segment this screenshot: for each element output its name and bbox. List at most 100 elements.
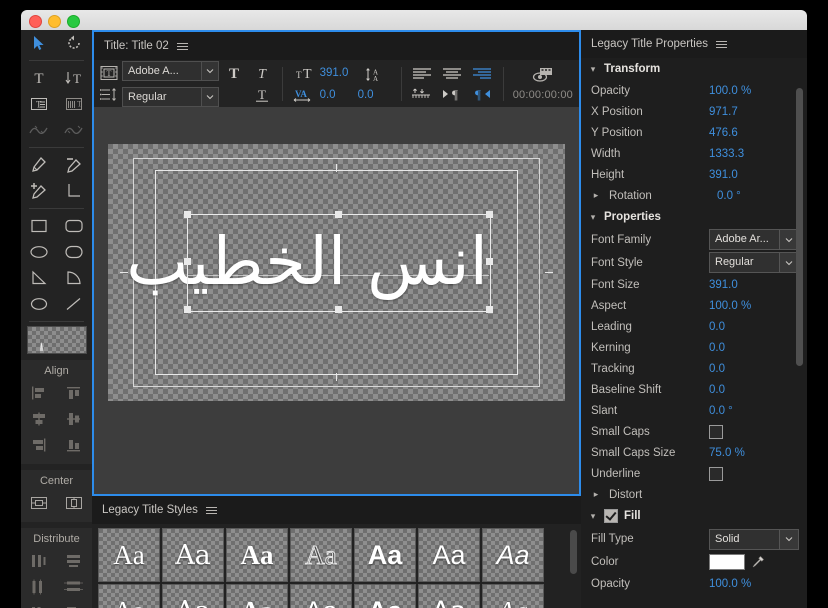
align-center-icon[interactable] [440,67,464,81]
property-row-distort[interactable]: ▸ Distort [581,484,807,505]
property-row-width[interactable]: Width 1333.3 [581,143,807,164]
property-row-slant[interactable]: Slant 0.0 ° [581,400,807,421]
fill-color-swatch[interactable] [709,554,745,570]
video-frame[interactable]: انس الخطيب [108,144,565,401]
align-right-icon[interactable] [470,67,494,81]
vertical-area-type-tool-icon[interactable]: T [57,91,93,117]
property-row-small-caps[interactable]: Small Caps [581,421,807,442]
tab-icon[interactable] [410,87,434,101]
arc-tool-icon[interactable] [57,265,93,291]
property-value[interactable]: 100.0 % [709,578,751,590]
transparent-color-swatch[interactable] [26,326,87,354]
ellipse-tool-icon[interactable] [21,291,57,317]
style-swatch[interactable]: Aa [290,528,352,582]
property-row-fill-opacity[interactable]: Opacity 100.0 % [581,573,807,594]
vertical-type-tool-icon[interactable]: T [57,65,93,91]
handle-bottom-center[interactable] [335,306,342,313]
distribute-bottom-icon[interactable] [57,600,93,608]
text-selection-box[interactable] [187,214,491,312]
handle-middle-left[interactable] [184,258,191,265]
handle-top-left[interactable] [184,211,191,218]
style-swatch[interactable]: Aa [226,528,288,582]
rounded-rectangle-tool-icon[interactable] [57,239,93,265]
property-value[interactable]: 100.0 % [709,85,751,97]
property-row-underline[interactable]: Underline [581,463,807,484]
small-caps-checkbox[interactable] [709,424,723,439]
handle-bottom-left[interactable] [184,306,191,313]
property-row-height[interactable]: Height 391.0 [581,164,807,185]
add-anchor-point-tool-icon[interactable] [21,178,57,204]
bold-icon[interactable]: T [223,65,245,81]
handle-bottom-right[interactable] [486,306,493,313]
style-swatch[interactable]: Aa [354,528,416,582]
kerning-value[interactable]: 0.0 [320,89,354,101]
path-type-tool-icon[interactable] [21,117,57,143]
property-row-tracking[interactable]: Tracking 0.0 [581,358,807,379]
property-value[interactable]: 0.0 ° [717,190,741,202]
tab-styles[interactable]: Legacy Title Styles [102,504,198,516]
property-row-baseline-shift[interactable]: Baseline Shift 0.0 [581,379,807,400]
distribute-vertical-center-icon[interactable] [57,574,93,600]
style-swatch[interactable]: Aa [418,584,480,608]
font-family-select[interactable]: Adobe Ar... [709,229,799,250]
chevron-down-icon[interactable]: ▾ [588,212,598,223]
property-row-rotation[interactable]: ▸ Rotation 0.0 ° [581,185,807,206]
minimize-window-button[interactable] [48,15,61,28]
chevron-right-icon[interactable]: ▸ [591,190,601,201]
distribute-right-icon[interactable] [21,600,57,608]
properties-scrollbar[interactable] [796,88,803,366]
font-style-select[interactable]: Regular [709,252,799,273]
property-row-kerning[interactable]: Kerning 0.0 [581,337,807,358]
rotation-tool-icon[interactable] [57,30,93,56]
chevron-right-icon[interactable]: ▸ [591,489,601,500]
handle-middle-right[interactable] [486,258,493,265]
property-value[interactable]: 1333.3 [709,148,744,160]
property-value[interactable]: 391.0 [709,169,738,181]
fill-checkbox[interactable] [604,509,618,523]
property-row-color[interactable]: Color [581,551,807,573]
property-value[interactable]: 100.0 % [709,300,751,312]
wedge-tool-icon[interactable] [21,265,57,291]
property-row-opacity[interactable]: Opacity 100.0 % [581,80,807,101]
line-tool-icon[interactable] [57,291,93,317]
chevron-down-icon[interactable]: ▾ [588,64,598,75]
distribute-top-icon[interactable] [57,548,93,574]
clipped-corner-rectangle-tool-icon[interactable] [21,239,57,265]
center-vertically-icon[interactable] [57,490,93,516]
kerning-icon[interactable]: VA [292,87,314,103]
delete-anchor-point-tool-icon[interactable] [57,152,93,178]
chevron-down-icon[interactable]: ▾ [588,511,598,522]
distribute-horizontal-center-icon[interactable] [21,574,57,600]
chevron-down-icon[interactable] [201,87,218,106]
italic-icon[interactable]: T [251,65,273,81]
style-swatch[interactable]: Aa [162,528,224,582]
property-value[interactable]: 75.0 % [709,447,745,459]
eyedropper-icon[interactable] [751,555,765,569]
align-top-icon[interactable] [57,380,93,406]
title-tool-icon[interactable]: T [100,65,118,81]
group-fill-header[interactable]: ▾ Fill [581,505,807,527]
property-row-leading[interactable]: Leading 0.0 [581,316,807,337]
property-value[interactable]: 0.0 [709,384,725,396]
rounded-corner-rectangle-tool-icon[interactable] [57,213,93,239]
handle-top-right[interactable] [486,211,493,218]
align-right-icon[interactable] [21,432,57,458]
style-swatch[interactable]: Aa [162,584,224,608]
tab-stops-icon[interactable] [100,87,118,103]
align-vertical-center-icon[interactable] [57,406,93,432]
style-swatch[interactable]: Aa [482,584,544,608]
handle-top-center[interactable] [335,211,342,218]
property-value[interactable]: 476.6 [709,127,738,139]
properties-body[interactable]: ▾ Transform Opacity 100.0 % X Position 9… [581,58,807,608]
hamburger-icon[interactable] [176,42,188,50]
area-type-tool-icon[interactable]: T [21,91,57,117]
font-family-select[interactable]: Adobe A... [122,60,219,81]
font-style-select[interactable]: Regular [122,86,219,107]
style-swatch[interactable]: Aa [98,584,160,608]
hamburger-icon[interactable] [205,506,217,514]
property-value[interactable]: 0.0 ° [709,405,733,417]
property-row-fill-type[interactable]: Fill Type Solid [581,527,807,551]
align-bottom-icon[interactable] [57,432,93,458]
vertical-path-type-tool-icon[interactable] [57,117,93,143]
style-swatch[interactable]: Aa [418,528,480,582]
